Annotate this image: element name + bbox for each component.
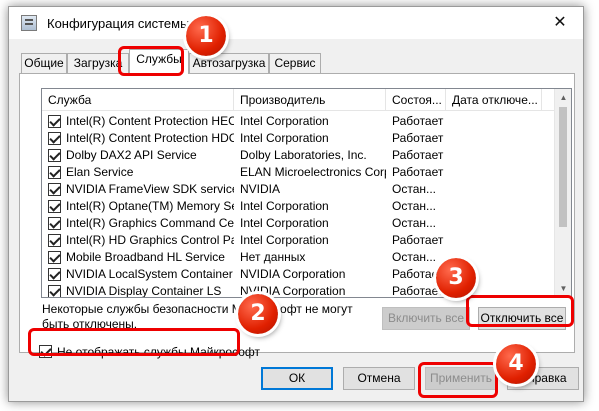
- service-row[interactable]: Elan Service ELAN Microelectronics Corp Ра…: [42, 164, 556, 181]
- service-name-cell: Elan Service: [66, 165, 134, 179]
- service-status-cell: Работает: [392, 165, 444, 179]
- service-maker-cell: NVIDIA: [240, 182, 281, 196]
- service-status-cell: Работает: [392, 233, 444, 247]
- service-checkbox-icon[interactable]: [48, 285, 61, 297]
- list-header: Служба Производитель Состоя... Дата откл…: [42, 89, 556, 111]
- service-name-cell: NVIDIA Display Container LS: [66, 284, 222, 298]
- service-row[interactable]: Intel(R) Content Protection HEC... Intel …: [42, 113, 556, 130]
- scroll-down-icon[interactable]: ▼: [555, 280, 571, 297]
- service-checkbox-icon[interactable]: [48, 234, 61, 247]
- service-maker-cell: Intel Corporation: [240, 114, 329, 128]
- service-maker-cell: NVIDIA Corporation: [240, 267, 346, 281]
- service-status-cell: Остан...: [392, 216, 436, 230]
- service-name-cell: Intel(R) Content Protection HEC...: [66, 114, 234, 128]
- tab-strip: Общие Загрузка Службы Автозагрузка Серви…: [19, 49, 575, 74]
- hide-microsoft-services-checkbox[interactable]: Не отображать службы Майкрософт: [39, 343, 260, 361]
- service-maker-cell: Dolby Laboratories, Inc.: [240, 148, 367, 162]
- step-badge-1: 1: [183, 13, 229, 59]
- scrollbar-thumb[interactable]: [559, 107, 567, 227]
- checkbox-checked-icon[interactable]: [39, 345, 52, 358]
- service-status-cell: Работает: [392, 131, 444, 145]
- tab-general[interactable]: Общие: [21, 53, 67, 73]
- system-configuration-window: Конфигурация системы ✕ Общие Загрузка Сл…: [8, 6, 584, 402]
- service-status-cell: Работает: [392, 148, 444, 162]
- column-date-disabled[interactable]: Дата отключе...: [446, 89, 542, 111]
- service-maker-cell: Intel Corporation: [240, 216, 329, 230]
- service-checkbox-icon[interactable]: [48, 149, 61, 162]
- service-name-cell: Intel(R) Optane(TM) Memory Se...: [66, 199, 234, 213]
- window-title: Конфигурация системы: [47, 16, 190, 31]
- service-maker-cell: ELAN Microelectronics Corp: [240, 165, 386, 179]
- service-date-cell: [452, 147, 542, 164]
- service-date-cell: [452, 181, 542, 198]
- title-bar: Конфигурация системы ✕: [9, 7, 583, 39]
- service-name-cell: NVIDIA FrameView SDK service: [66, 182, 234, 196]
- column-service[interactable]: Служба: [42, 89, 234, 111]
- service-name-cell: Intel(R) HD Graphics Control Pa...: [66, 233, 234, 247]
- scroll-up-icon[interactable]: ▲: [555, 89, 571, 106]
- service-row[interactable]: NVIDIA LocalSystem Container NVIDIA Corpo…: [42, 266, 556, 283]
- tab-services[interactable]: Службы: [129, 49, 189, 74]
- service-name-cell: Intel(R) Content Protection HDC...: [66, 131, 234, 145]
- step-badge-2: 2: [235, 291, 281, 337]
- column-manufacturer[interactable]: Производитель: [234, 89, 386, 111]
- service-row[interactable]: Mobile Broadband HL Service Нет данных Ост…: [42, 249, 556, 266]
- service-maker-cell: Intel Corporation: [240, 131, 329, 145]
- enable-all-button[interactable]: Включить все: [382, 307, 470, 330]
- service-date-cell: [452, 232, 542, 249]
- service-name-cell: NVIDIA LocalSystem Container: [66, 267, 233, 281]
- services-list[interactable]: Служба Производитель Состоя... Дата откл…: [41, 88, 572, 298]
- service-row[interactable]: NVIDIA Display Container LS NVIDIA Corpor…: [42, 283, 556, 298]
- service-name-cell: Intel(R) Graphics Command Cen...: [66, 216, 234, 230]
- service-row[interactable]: Intel(R) Graphics Command Cen... Intel Co…: [42, 215, 556, 232]
- service-checkbox-icon[interactable]: [48, 183, 61, 196]
- security-services-note: Некоторые службы безопасности Майкрософт…: [42, 302, 353, 331]
- service-row[interactable]: Intel(R) HD Graphics Control Pa... Intel …: [42, 232, 556, 249]
- tab-tools[interactable]: Сервис: [269, 53, 321, 73]
- service-name-cell: Mobile Broadband HL Service: [66, 250, 225, 264]
- service-maker-cell: Intel Corporation: [240, 233, 329, 247]
- service-status-cell: Остан...: [392, 182, 436, 196]
- column-status[interactable]: Состоя...: [386, 89, 446, 111]
- service-checkbox-icon[interactable]: [48, 166, 61, 179]
- disable-all-button[interactable]: Отключить все: [478, 307, 566, 330]
- hide-microsoft-services-label: Не отображать службы Майкрософт: [57, 345, 261, 359]
- service-checkbox-icon[interactable]: [48, 115, 61, 128]
- service-date-cell: [452, 164, 542, 181]
- service-checkbox-icon[interactable]: [48, 217, 61, 230]
- close-button[interactable]: ✕: [537, 7, 583, 39]
- service-row[interactable]: Intel(R) Optane(TM) Memory Se... Intel Co…: [42, 198, 556, 215]
- service-checkbox-icon[interactable]: [48, 200, 61, 213]
- service-status-cell: Остан...: [392, 199, 436, 213]
- service-checkbox-icon[interactable]: [48, 132, 61, 145]
- step-badge-3: 3: [433, 255, 479, 301]
- service-row[interactable]: Dolby DAX2 API Service Dolby Laboratories…: [42, 147, 556, 164]
- vertical-scrollbar[interactable]: ▲ ▼: [554, 89, 571, 297]
- ok-button[interactable]: ОК: [261, 367, 333, 390]
- msconfig-app-icon: [21, 15, 37, 31]
- service-maker-cell: Intel Corporation: [240, 199, 329, 213]
- service-row[interactable]: NVIDIA FrameView SDK service NVIDIA Остан.…: [42, 181, 556, 198]
- services-tab-panel: Служба Производитель Состоя... Дата откл…: [19, 73, 575, 353]
- apply-button[interactable]: Применить: [425, 367, 497, 390]
- service-date-cell: [452, 113, 542, 130]
- service-name-cell: Dolby DAX2 API Service: [66, 148, 197, 162]
- service-checkbox-icon[interactable]: [48, 251, 61, 264]
- service-checkbox-icon[interactable]: [48, 268, 61, 281]
- service-date-cell: [452, 198, 542, 215]
- service-row[interactable]: Intel(R) Content Protection HDC... Intel …: [42, 130, 556, 147]
- tab-boot[interactable]: Загрузка: [67, 53, 129, 73]
- service-status-cell: Работает: [392, 114, 444, 128]
- service-date-cell: [452, 130, 542, 147]
- step-badge-4: 4: [493, 341, 539, 387]
- cancel-button[interactable]: Отмена: [343, 367, 415, 390]
- service-maker-cell: Нет данных: [240, 250, 306, 264]
- service-date-cell: [452, 215, 542, 232]
